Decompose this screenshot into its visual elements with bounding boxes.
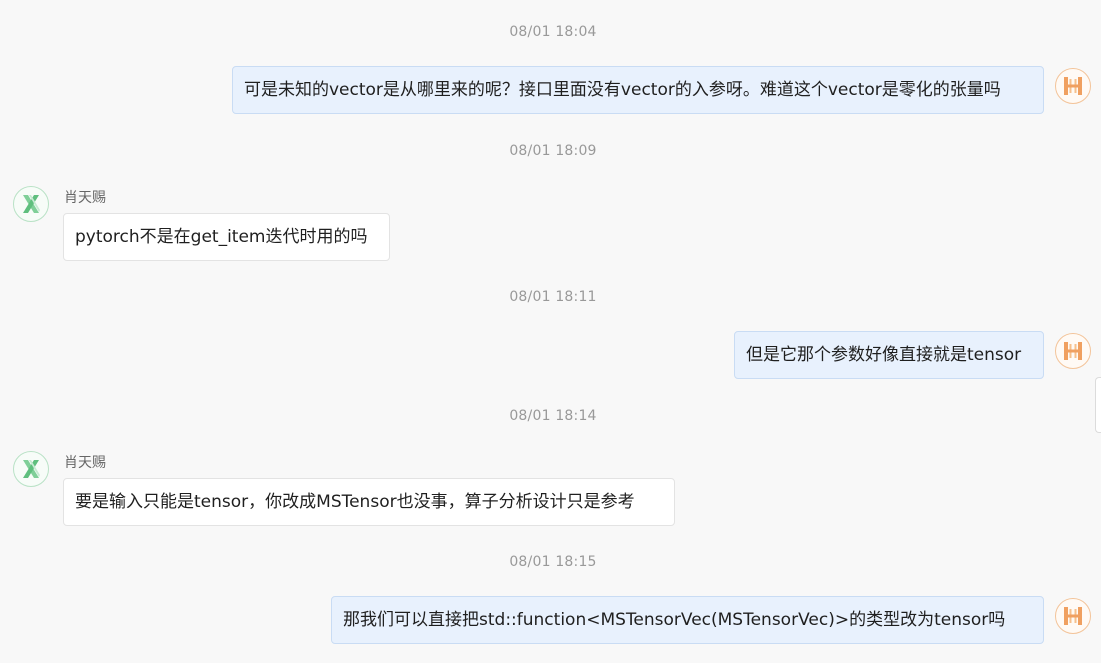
x-logo-icon: [23, 460, 40, 478]
timestamp: 08/01 18:15: [509, 554, 597, 570]
sender-name: 肖天赐: [64, 455, 106, 471]
self-avatar[interactable]: [1055, 333, 1091, 369]
self-avatar[interactable]: [1055, 598, 1091, 634]
chat-message-list: 08/01 18:04 可是未知的vector是从哪里来的呢？接口里面没有vec…: [0, 0, 1101, 663]
self-avatar[interactable]: [1055, 68, 1091, 104]
message-bubble[interactable]: 那我们可以直接把std::function<MSTensorVec(MSTens…: [331, 596, 1044, 644]
side-panel-toggle[interactable]: [1095, 377, 1101, 433]
contact-avatar[interactable]: [13, 186, 49, 222]
timestamp: 08/01 18:04: [509, 24, 597, 40]
contact-avatar[interactable]: [13, 451, 49, 487]
message-bubble[interactable]: 但是它那个参数好像直接就是tensor: [734, 331, 1044, 379]
h-logo-icon: [1064, 607, 1082, 625]
timestamp: 08/01 18:14: [509, 408, 597, 424]
x-logo-icon: [23, 195, 40, 213]
h-logo-icon: [1064, 77, 1082, 95]
message-bubble[interactable]: 要是输入只能是tensor，你改成MSTensor也没事，算子分析设计只是参考: [63, 478, 675, 526]
message-bubble[interactable]: 可是未知的vector是从哪里来的呢？接口里面没有vector的入参呀。难道这个…: [232, 66, 1044, 114]
sender-name: 肖天赐: [64, 190, 106, 206]
h-logo-icon: [1064, 342, 1082, 360]
timestamp: 08/01 18:11: [509, 289, 597, 305]
timestamp: 08/01 18:09: [509, 143, 597, 159]
message-bubble[interactable]: pytorch不是在get_item迭代时用的吗: [63, 213, 390, 261]
